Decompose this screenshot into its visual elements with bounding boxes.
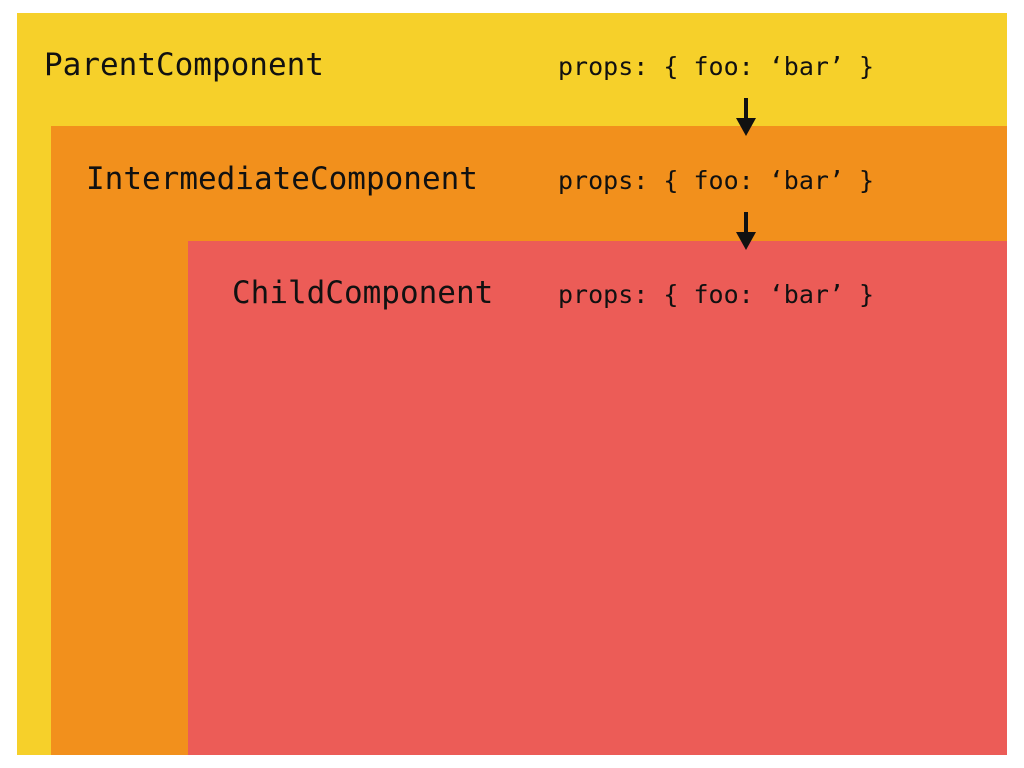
child-component-box — [188, 241, 1007, 755]
parent-props-label: props: { foo: ‘bar’ } — [558, 52, 875, 81]
child-component-label: ChildComponent — [232, 275, 494, 311]
child-props-label: props: { foo: ‘bar’ } — [558, 280, 875, 309]
arrow-head-2 — [736, 232, 756, 250]
arrow-head-1 — [736, 118, 756, 136]
arrow-down-icon — [736, 98, 756, 136]
intermediate-component-label: IntermediateComponent — [86, 161, 478, 197]
arrow-down-icon — [736, 212, 756, 250]
parent-component-label: ParentComponent — [44, 47, 324, 83]
intermediate-props-label: props: { foo: ‘bar’ } — [558, 166, 875, 195]
